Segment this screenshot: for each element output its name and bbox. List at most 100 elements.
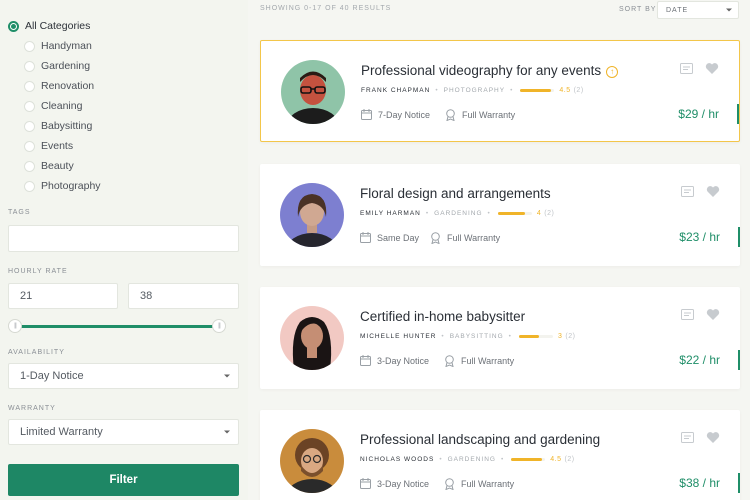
category-events[interactable]: Events: [8, 137, 73, 155]
listing-title[interactable]: Professional videography for any events ↑: [361, 63, 619, 78]
heart-icon[interactable]: [705, 62, 719, 75]
heart-icon[interactable]: [706, 185, 720, 198]
availability-text: 3-Day Notice: [377, 355, 430, 366]
rate-max-input[interactable]: 38: [128, 283, 239, 309]
separator-dot: •: [435, 87, 439, 94]
category-label: Photography: [41, 180, 101, 192]
separator-dot: •: [487, 210, 491, 217]
listing-meta: MICHELLE HUNTER • BABYSITTING • 3 (2): [360, 333, 575, 340]
chevron-down-icon: [224, 374, 230, 378]
category-gardening[interactable]: Gardening: [8, 57, 90, 75]
rating-bar-fill: [511, 458, 542, 461]
chat-icon[interactable]: [681, 186, 694, 197]
separator-dot: •: [425, 210, 430, 217]
radio-icon[interactable]: [24, 100, 35, 112]
heart-icon[interactable]: [706, 308, 720, 321]
listing-card[interactable]: Floral design and arrangements EMILY HAR…: [260, 164, 740, 266]
availability-feature: 7-Day Notice: [361, 109, 430, 120]
radio-selected-icon[interactable]: [8, 20, 19, 32]
calendar-icon: [361, 109, 372, 120]
review-count: (2): [573, 87, 584, 94]
chat-icon[interactable]: [681, 309, 694, 320]
provider-name[interactable]: EMILY HARMAN: [360, 210, 421, 217]
warranty-text: Full Warranty: [461, 356, 515, 366]
category-babysitting[interactable]: Babysitting: [8, 117, 92, 135]
listing-category[interactable]: GARDENING: [448, 456, 496, 463]
rating-bar: [520, 89, 555, 92]
listing-title[interactable]: Floral design and arrangements: [360, 186, 551, 201]
category-label: Cleaning: [41, 100, 83, 112]
separator-dot: •: [510, 87, 514, 94]
rating-score: 4: [536, 210, 542, 217]
radio-icon[interactable]: [24, 180, 35, 192]
heart-icon[interactable]: [706, 431, 720, 444]
filter-sidebar: All Categories Handyman Gardening Renova…: [0, 0, 248, 500]
rating-bar-fill: [520, 89, 551, 92]
category-renovation[interactable]: Renovation: [8, 77, 94, 95]
hourly-price: $23 / hr: [679, 230, 720, 244]
listing-title[interactable]: Professional landscaping and gardening: [360, 432, 600, 447]
category-label: Gardening: [41, 60, 91, 72]
availability-label: AVAILABILITY: [8, 349, 65, 356]
rate-slider-track[interactable]: [14, 325, 220, 328]
review-count: (2): [544, 210, 555, 217]
review-count: (2): [564, 456, 575, 463]
category-label: Renovation: [41, 80, 95, 92]
listing-meta: EMILY HARMAN • GARDENING • 4 (2): [360, 210, 554, 217]
chat-icon[interactable]: [680, 63, 693, 74]
accent-marker: [738, 473, 740, 493]
rating-bar-fill: [497, 212, 526, 215]
review-count: (2): [565, 333, 576, 340]
category-beauty[interactable]: Beauty: [8, 157, 74, 175]
radio-icon[interactable]: [24, 80, 35, 92]
provider-name[interactable]: FRANK CHAPMAN: [361, 87, 430, 94]
tags-input[interactable]: [8, 225, 239, 252]
slider-min-handle[interactable]: |||: [8, 319, 22, 333]
listing-title[interactable]: Certified in-home babysitter: [360, 309, 525, 324]
rate-min-input[interactable]: 21: [8, 283, 118, 309]
radio-icon[interactable]: [24, 140, 35, 152]
calendar-icon: [360, 478, 371, 489]
chat-icon[interactable]: [681, 432, 694, 443]
accent-marker: [738, 350, 740, 370]
rating-bar: [511, 458, 546, 461]
warranty-select[interactable]: Limited Warranty: [8, 419, 239, 445]
category-photography[interactable]: Photography: [8, 177, 101, 195]
listing-category[interactable]: BABYSITTING: [450, 333, 504, 340]
listing-category[interactable]: PHOTOGRAPHY: [444, 87, 505, 94]
avatar: [281, 60, 345, 124]
listing-card[interactable]: Certified in-home babysitter MICHELLE HU…: [260, 287, 740, 389]
slider-max-handle[interactable]: |||: [212, 319, 226, 333]
warranty-text: Full Warranty: [447, 233, 501, 243]
rating-score: 4.5: [559, 87, 571, 94]
listing-card[interactable]: Professional landscaping and gardening N…: [260, 410, 740, 500]
availability-text: Same Day: [377, 232, 420, 243]
radio-icon[interactable]: [24, 160, 35, 172]
radio-icon[interactable]: [24, 60, 35, 72]
provider-name[interactable]: MICHELLE HUNTER: [360, 333, 436, 340]
category-all[interactable]: All Categories: [8, 17, 90, 35]
listing-title-text[interactable]: Professional videography for any events: [361, 63, 601, 78]
sort-value: DATE: [666, 6, 689, 14]
rating-bar: [497, 212, 532, 215]
warranty-feature: Full Warranty: [444, 355, 514, 367]
rating-bar-fill: [518, 335, 540, 338]
warranty-feature: Full Warranty: [444, 478, 514, 490]
category-handyman[interactable]: Handyman: [8, 37, 92, 55]
separator-dot: •: [441, 333, 445, 340]
category-label: Events: [41, 140, 74, 152]
award-icon: [431, 232, 440, 244]
radio-icon[interactable]: [24, 120, 35, 132]
provider-name[interactable]: NICHOLAS WOODS: [360, 456, 434, 463]
availability-select[interactable]: 1-Day Notice: [8, 363, 239, 389]
radio-icon[interactable]: [24, 40, 35, 52]
listing-meta: NICHOLAS WOODS • GARDENING • 4.5 (2): [360, 456, 575, 463]
rating-bar: [518, 335, 553, 338]
listing-card[interactable]: Professional videography for any events ↑…: [260, 40, 740, 142]
warranty-value: Limited Warranty: [20, 426, 103, 438]
category-cleaning[interactable]: Cleaning: [8, 97, 82, 115]
filter-button[interactable]: Filter: [8, 464, 239, 496]
avatar: [280, 183, 344, 247]
sort-select[interactable]: DATE: [657, 1, 739, 19]
listing-category[interactable]: GARDENING: [434, 210, 482, 217]
